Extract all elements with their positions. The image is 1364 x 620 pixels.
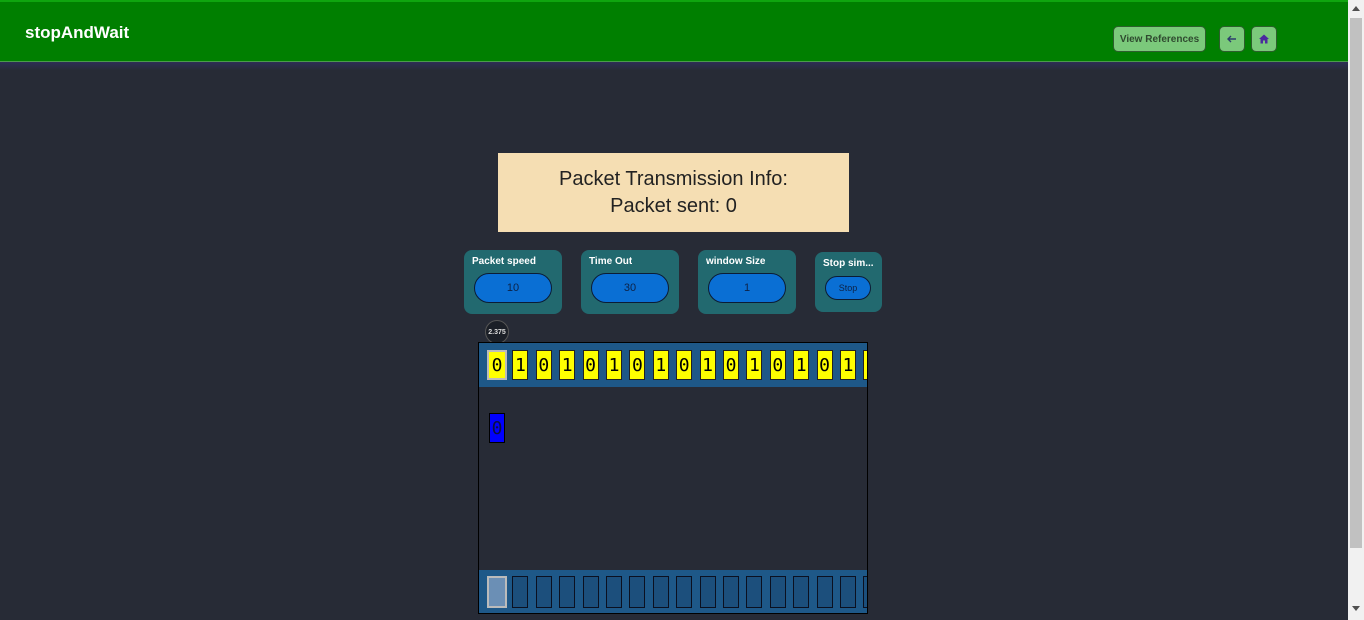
receiver-ack-row: [479, 570, 867, 613]
frame-cell: 0: [863, 350, 867, 380]
window-size-input[interactable]: 1: [708, 273, 786, 303]
ack-slot: [769, 576, 786, 608]
ack-slot: [699, 576, 716, 608]
frame-cell: 1: [652, 350, 669, 380]
frame-cell: 1: [699, 350, 716, 380]
packet-in-flight: 0: [489, 413, 505, 443]
vertical-scrollbar[interactable]: [1348, 0, 1364, 620]
packets-sent-text: Packet sent: 0: [610, 195, 737, 217]
frame-cell: 1: [606, 350, 622, 380]
ack-slot: [487, 576, 507, 608]
time-out-input[interactable]: 30: [591, 273, 669, 303]
packet-speed-label: Packet speed: [472, 256, 536, 267]
info-heading: Packet Transmission Info:: [559, 168, 788, 190]
app-title: stopAndWait: [25, 23, 130, 42]
frame-cell: 1: [840, 350, 856, 380]
frame-cell: 0: [535, 350, 552, 380]
ack-slot: [676, 576, 693, 608]
ack-slot: [793, 576, 810, 608]
view-references-button[interactable]: View References: [1113, 26, 1206, 52]
arrow-left-icon: [1227, 35, 1236, 43]
ack-slot: [652, 576, 669, 608]
ack-slot: [723, 576, 739, 608]
sender-frame-row: 01010101010101010: [479, 343, 867, 387]
ack-slot: [746, 576, 763, 608]
back-button[interactable]: [1219, 26, 1245, 52]
simulation-area: 01010101010101010 0: [478, 342, 868, 614]
frame-cell: 1: [512, 350, 529, 380]
header-shadow: [0, 62, 1348, 70]
packet-speed-control: Packet speed 10: [464, 250, 562, 314]
ack-slot: [606, 576, 622, 608]
ack-slot: [840, 576, 856, 608]
transmission-info-panel: Packet Transmission Info: Packet sent: 0: [498, 153, 849, 232]
frame-cell: 1: [793, 350, 810, 380]
frame-cell: 1: [746, 350, 763, 380]
frame-cell: 0: [487, 350, 507, 380]
home-button[interactable]: [1251, 26, 1277, 52]
frame-cell: 0: [769, 350, 786, 380]
scroll-up-arrow-icon[interactable]: [1352, 6, 1360, 11]
time-out-control: Time Out 30: [581, 250, 679, 314]
scroll-down-arrow-icon[interactable]: [1352, 606, 1360, 611]
stop-sim-label: Stop sim...: [823, 258, 874, 269]
ack-slot: [816, 576, 833, 608]
ack-slot: [863, 576, 867, 608]
ack-slot: [535, 576, 552, 608]
window-size-label: window Size: [706, 256, 766, 267]
scroll-thumb[interactable]: [1350, 18, 1362, 548]
ack-slot: [559, 576, 576, 608]
frame-cell: 0: [582, 350, 599, 380]
ack-slot: [582, 576, 599, 608]
frame-cell: 0: [723, 350, 739, 380]
window-size-control: window Size 1: [698, 250, 796, 314]
ack-slot: [629, 576, 646, 608]
stop-simulation-control: Stop sim... Stop: [815, 252, 882, 312]
frame-cell: 0: [816, 350, 833, 380]
frame-cell: 0: [629, 350, 646, 380]
top-navbar: stopAndWait View References: [0, 0, 1348, 62]
time-out-label: Time Out: [589, 256, 633, 267]
packet-speed-input[interactable]: 10: [474, 273, 552, 303]
stop-button[interactable]: Stop: [825, 276, 871, 300]
ack-slot: [512, 576, 529, 608]
timer-badge: 2.375: [485, 320, 509, 344]
frame-cell: 1: [559, 350, 576, 380]
home-icon: [1259, 34, 1269, 44]
frame-cell: 0: [676, 350, 693, 380]
